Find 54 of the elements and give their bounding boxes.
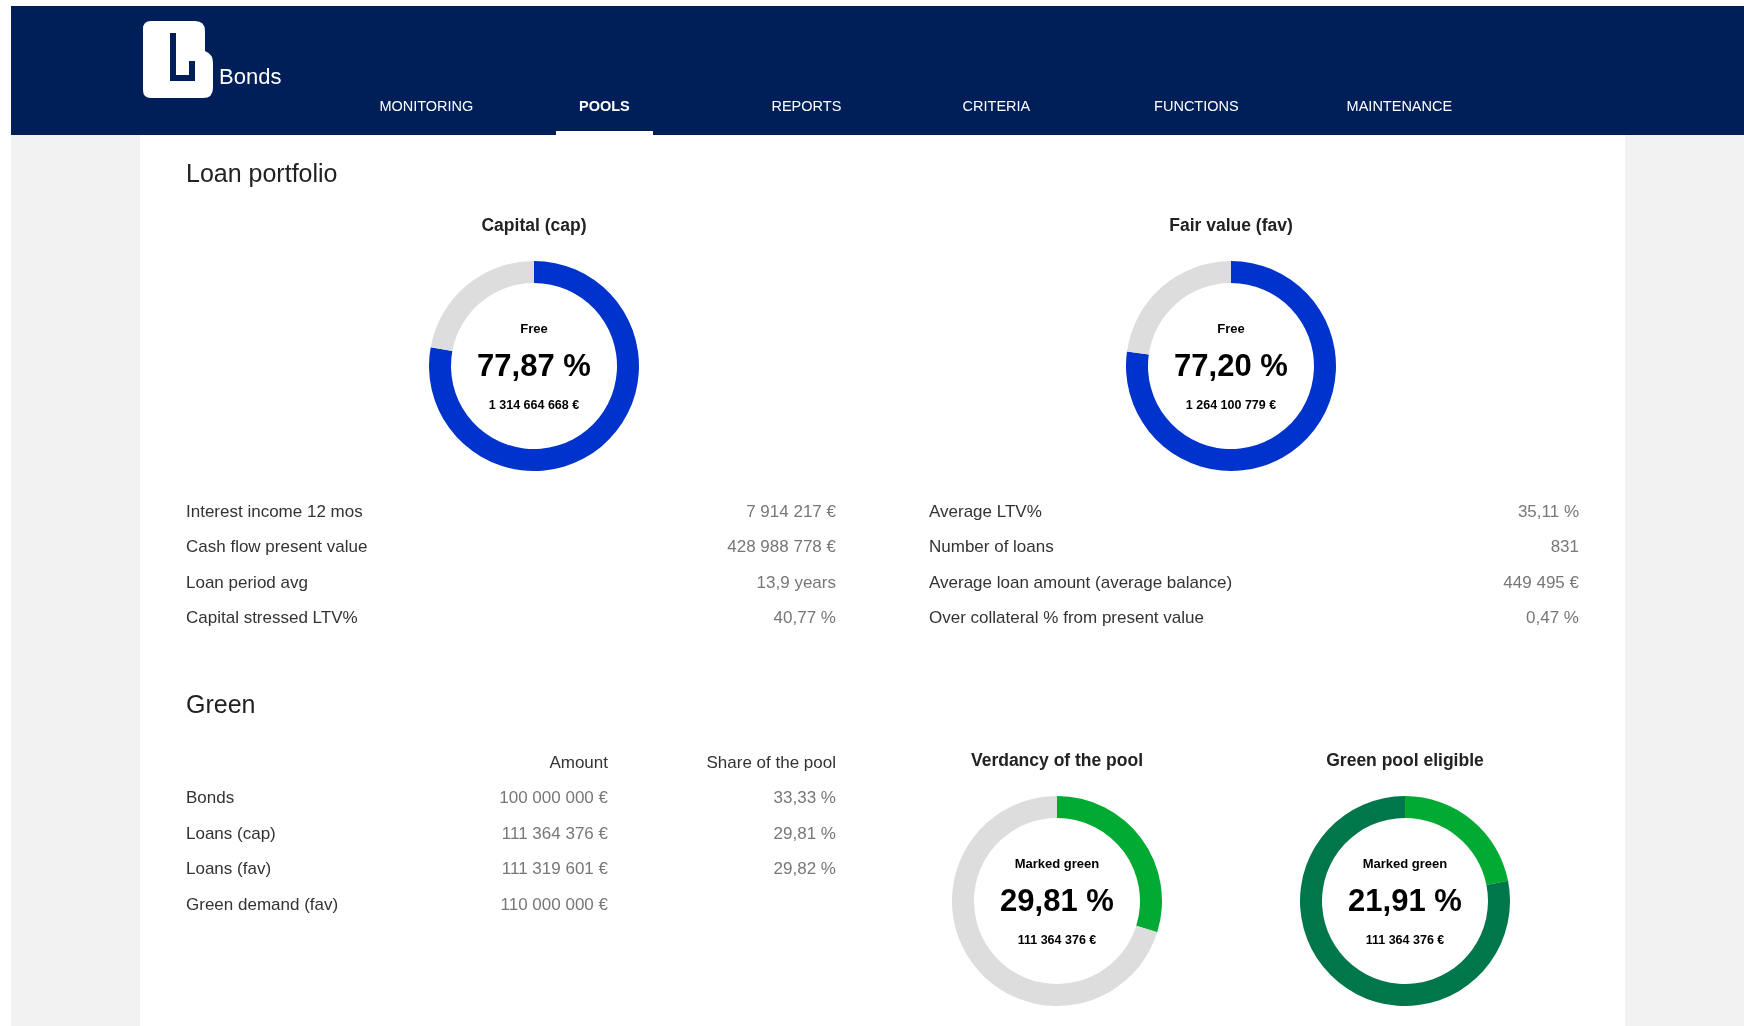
stat-value: 449 495 € bbox=[1503, 572, 1579, 593]
nav-tab[interactable]: MAINTENANCE bbox=[1323, 96, 1476, 135]
stat-value: 40,77 % bbox=[773, 608, 836, 629]
table-cell-text: Green demand (fav) bbox=[186, 894, 340, 915]
stat-value: 831 bbox=[1550, 537, 1579, 558]
stat-value: 35,11 % bbox=[1517, 501, 1579, 522]
stat-label: Loan period avg bbox=[186, 572, 308, 593]
stat-label: Number of loans bbox=[929, 537, 1054, 558]
table-cell-text: 33,33 % bbox=[772, 788, 836, 809]
stat-label: Interest income 12 mos bbox=[186, 501, 363, 522]
nav-tab[interactable]: REPORTS bbox=[748, 96, 865, 135]
chart-title: Green pool eligible bbox=[1326, 749, 1484, 771]
gauge-caption: Free bbox=[520, 320, 548, 336]
table-cell-text: 29,82 % bbox=[772, 859, 836, 880]
nav-tab[interactable]: CRITERIA bbox=[939, 96, 1054, 135]
gauge-caption: Marked green bbox=[1362, 855, 1448, 871]
stat-value: 428 988 778 € bbox=[727, 537, 836, 558]
gauge-caption: Free bbox=[1217, 320, 1245, 336]
stat-label: Average LTV% bbox=[929, 501, 1042, 522]
gauge-percent: 21,91 % bbox=[1348, 882, 1462, 919]
stat-value: 7 914 217 € bbox=[746, 501, 836, 522]
nav-tab[interactable]: MONITORING bbox=[356, 96, 497, 135]
chart-title: Fair value (fav) bbox=[1169, 214, 1293, 236]
column-header: Amount bbox=[548, 752, 608, 773]
table-cell-text: Loans (fav) bbox=[186, 859, 273, 880]
table-cell-text: 100 000 000 € bbox=[498, 788, 608, 809]
stat-label: Over collateral % from present value bbox=[929, 608, 1204, 629]
table-cell-text: Loans (cap) bbox=[186, 823, 277, 844]
table-cell-text: 111 319 601 € bbox=[500, 859, 608, 880]
gauge-percent: 77,20 % bbox=[1174, 347, 1288, 384]
table-cell-text: Bonds bbox=[186, 788, 236, 809]
column-header: Share of the pool bbox=[705, 752, 836, 773]
stat-value: 13,9 years bbox=[756, 572, 836, 593]
table-cell-text: 110 000 000 € bbox=[499, 894, 608, 915]
stat-label: Capital stressed LTV% bbox=[186, 608, 358, 629]
section-title: Green bbox=[186, 689, 257, 719]
gauge-amount: 111 364 376 € bbox=[1365, 932, 1445, 947]
gauge-amount: 111 364 376 € bbox=[1017, 932, 1097, 947]
gauge-amount: 1 264 100 779 € bbox=[1185, 397, 1277, 412]
section-title: Loan portfolio bbox=[186, 158, 339, 188]
logo-icon bbox=[143, 21, 213, 98]
gauge-percent: 29,81 % bbox=[1000, 882, 1114, 919]
table-cell-text: 111 364 376 € bbox=[500, 823, 608, 844]
stat-label: Cash flow present value bbox=[186, 537, 368, 558]
gauge-amount: 1 314 664 668 € bbox=[488, 397, 580, 412]
stat-value: 0,47 % bbox=[1526, 608, 1579, 629]
nav-tab[interactable]: FUNCTIONS bbox=[1131, 96, 1262, 135]
chart-title: Verdancy of the pool bbox=[970, 749, 1144, 771]
gauge-percent: 77,87 % bbox=[477, 347, 591, 384]
stat-label: Average loan amount (average balance) bbox=[929, 572, 1233, 593]
gauge-caption: Marked green bbox=[1014, 855, 1100, 871]
chart-title: Capital (cap) bbox=[481, 214, 587, 236]
table-cell-text: 29,81 % bbox=[772, 823, 836, 844]
brand-name: Bonds bbox=[219, 64, 282, 90]
